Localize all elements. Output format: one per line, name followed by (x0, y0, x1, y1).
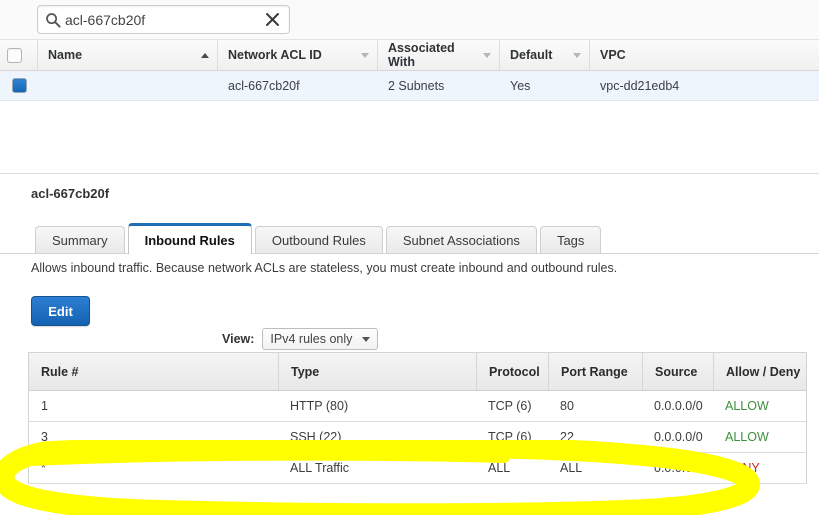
column-header-vpc[interactable]: VPC (589, 40, 819, 70)
cell-port-range: 80 (560, 399, 574, 413)
cell-type: HTTP (80) (290, 399, 349, 413)
status-badge: DENY (725, 461, 760, 475)
cell-source: 0.0.0.0/0 (654, 430, 703, 444)
table-row[interactable]: 1 HTTP (80) TCP (6) 80 0.0.0.0/0 ALLOW (29, 391, 806, 422)
table-row[interactable]: acl-667cb20f 2 Subnets Yes vpc-dd21edb4 (0, 71, 819, 101)
tab-subnet-associations-label: Subnet Associations (402, 233, 520, 248)
view-select[interactable]: IPv4 rules only (262, 328, 379, 350)
cell-type: ALL Traffic (290, 461, 350, 475)
column-header-associated-with[interactable]: Associated With (377, 40, 499, 70)
tab-description: Allows inbound traffic. Because network … (31, 261, 618, 275)
sort-descending-icon[interactable] (361, 52, 369, 58)
search-bar: acl-667cb20f (0, 0, 819, 40)
select-all-checkbox-cell[interactable] (0, 40, 37, 70)
cell-rule-number: 3 (41, 430, 48, 444)
status-badge: ALLOW (725, 430, 769, 444)
search-input-value: acl-667cb20f (65, 11, 146, 28)
cell-vpc: vpc-dd21edb4 (600, 78, 680, 93)
detail-tabs: Summary Inbound Rules Outbound Rules Sub… (35, 223, 805, 254)
tab-inbound-rules[interactable]: Inbound Rules (127, 223, 252, 254)
table-row[interactable]: 3 SSH (22) TCP (6) 22 0.0.0.0/0 ALLOW (29, 422, 806, 453)
column-header-default[interactable]: Default (499, 40, 589, 70)
cell-default: Yes (510, 78, 531, 93)
tab-summary[interactable]: Summary (35, 226, 125, 254)
cell-rule-number: 1 (41, 399, 48, 413)
search-icon (45, 12, 61, 28)
table-row[interactable]: * ALL Traffic ALL ALL 0.0.0.0/0 DENY (29, 453, 806, 484)
status-badge: ALLOW (725, 399, 769, 413)
rules-column-header-type[interactable]: Type (278, 353, 476, 390)
column-header-vpc-label: VPC (600, 48, 626, 62)
chevron-down-icon[interactable] (362, 336, 371, 342)
rules-column-header-allow-deny[interactable]: Allow / Deny (713, 353, 806, 390)
cell-rule-number: * (41, 461, 46, 475)
column-header-network-acl-id-label: Network ACL ID (228, 48, 322, 62)
cell-source: 0.0.0.0/0 (654, 399, 703, 413)
column-header-name-label: Name (48, 48, 83, 62)
cell-source: 0.0.0.0/0 (654, 461, 703, 475)
column-header-default-label: Default (510, 48, 553, 62)
rules-column-header-rule-number[interactable]: Rule # (29, 353, 278, 390)
tabs-underline (0, 253, 819, 254)
tab-subnet-associations[interactable]: Subnet Associations (385, 226, 537, 254)
cell-port-range: 22 (560, 430, 574, 444)
column-header-name[interactable]: Name (37, 40, 217, 70)
screenshot-root: acl-667cb20f Name Network ACL ID Associa… (0, 0, 819, 515)
cell-name (37, 71, 217, 100)
column-header-associated-with-label: Associated With (388, 41, 455, 69)
tab-outbound-rules-label: Outbound Rules (271, 233, 366, 248)
edit-button[interactable]: Edit (31, 296, 90, 326)
tab-summary-label: Summary (52, 233, 108, 248)
sort-ascending-icon[interactable] (201, 52, 209, 58)
rules-column-header-source[interactable]: Source (642, 353, 713, 390)
table-header-row: Name Network ACL ID Associated With Defa… (0, 40, 819, 71)
view-select-value: IPv4 rules only (270, 332, 353, 346)
rules-header-row: Rule # Type Protocol Port Range Source A… (29, 353, 806, 391)
row-checkbox[interactable] (11, 78, 27, 93)
cell-type: SSH (22) (290, 430, 342, 444)
search-input[interactable]: acl-667cb20f (37, 5, 290, 34)
cell-protocol: TCP (6) (488, 430, 532, 444)
inbound-rules-table: Rule # Type Protocol Port Range Source A… (28, 352, 807, 484)
tab-tags[interactable]: Tags (539, 226, 602, 254)
cell-port-range: ALL (560, 461, 583, 475)
select-all-checkbox[interactable] (7, 47, 22, 63)
cell-network-acl-id: acl-667cb20f (228, 78, 300, 93)
page-title: acl-667cb20f (31, 186, 110, 201)
rules-column-header-port-range[interactable]: Port Range (548, 353, 642, 390)
edit-button-label: Edit (48, 303, 73, 319)
section-divider (0, 173, 819, 174)
close-icon[interactable] (260, 8, 284, 32)
tab-tags-label: Tags (556, 233, 585, 248)
cell-protocol: TCP (6) (488, 399, 532, 413)
sort-descending-icon[interactable] (483, 52, 491, 58)
column-header-network-acl-id[interactable]: Network ACL ID (217, 40, 377, 70)
row-checkbox-cell[interactable] (0, 71, 37, 100)
rules-column-header-protocol[interactable]: Protocol (476, 353, 548, 390)
tab-outbound-rules[interactable]: Outbound Rules (254, 226, 383, 254)
cell-associated-with: 2 Subnets (388, 78, 445, 93)
cell-protocol: ALL (488, 461, 511, 475)
network-acl-table: Name Network ACL ID Associated With Defa… (0, 40, 819, 101)
view-filter: View: IPv4 rules only (222, 328, 379, 350)
tab-inbound-rules-label: Inbound Rules (144, 232, 235, 248)
sort-descending-icon[interactable] (573, 52, 581, 58)
view-label: View: (222, 332, 255, 346)
